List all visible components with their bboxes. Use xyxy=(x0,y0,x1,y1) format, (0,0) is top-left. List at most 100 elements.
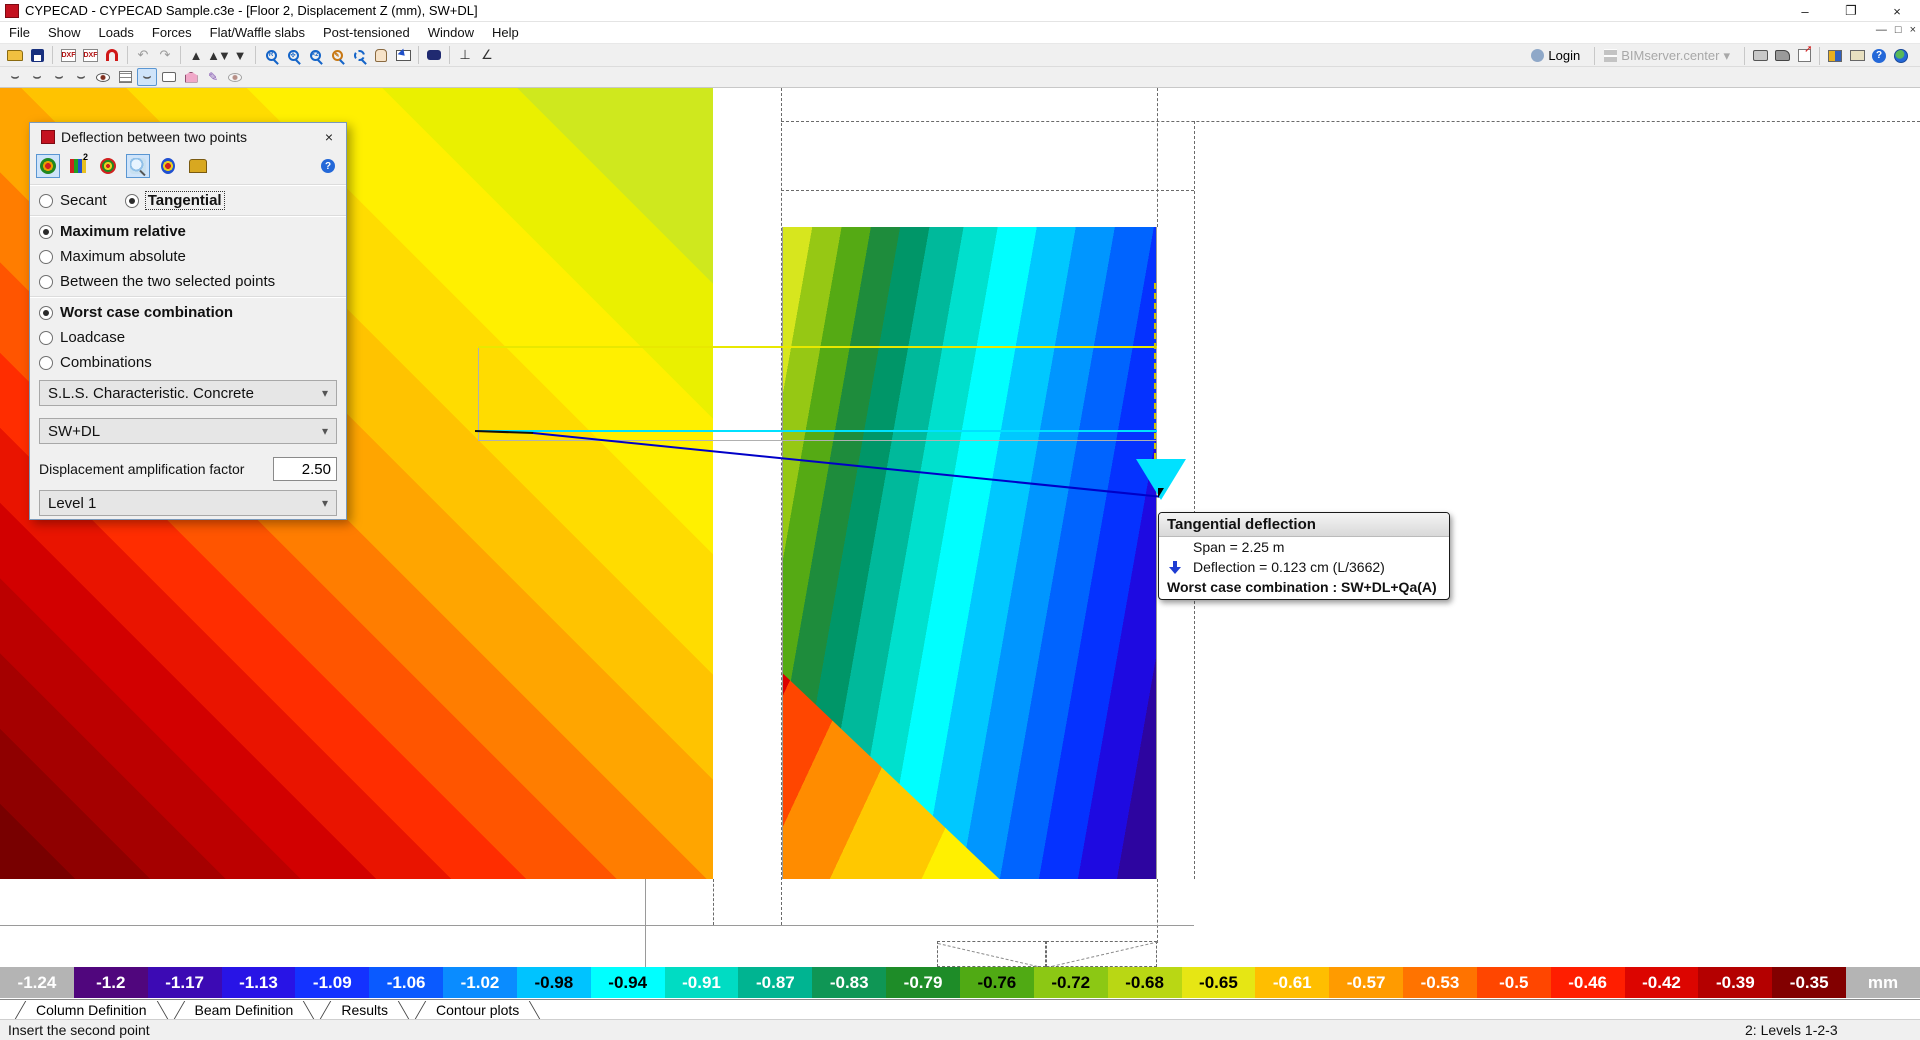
login-person-icon[interactable] xyxy=(1527,47,1547,65)
scale-unit-label: mm xyxy=(1846,967,1920,998)
menu-post-tensioned[interactable]: Post-tensioned xyxy=(314,23,419,42)
dxf-layers-icon[interactable]: DXF xyxy=(80,46,100,64)
level-dropdown[interactable]: Level 1 ▾ xyxy=(39,490,337,516)
dimension-icon[interactable]: ∠ xyxy=(477,46,497,64)
radio-between-two-points[interactable]: Between the two selected points xyxy=(30,269,346,294)
radio-loadcase[interactable]: Loadcase xyxy=(30,325,346,350)
tab-column-definition[interactable]: Column Definition xyxy=(30,1001,153,1019)
dxf-templates-icon[interactable]: DXF xyxy=(58,46,78,64)
bimserver-caret-icon[interactable]: ▾ xyxy=(1723,48,1730,64)
tab-results[interactable]: Results xyxy=(335,1001,394,1019)
scale-segment: -0.83 xyxy=(812,967,887,998)
web-globe-icon[interactable] xyxy=(1891,47,1911,65)
comment-bubble-icon[interactable] xyxy=(159,68,179,86)
menu-window[interactable]: Window xyxy=(419,23,483,42)
column-axis-dashed xyxy=(1154,283,1156,459)
zoom-x2-icon[interactable]: ×2 xyxy=(305,46,325,64)
tab-contour-plots[interactable]: Contour plots xyxy=(430,1001,525,1019)
deflection-shape-icon[interactable]: ⌣ xyxy=(5,68,25,86)
dialog-help-icon[interactable]: ? xyxy=(316,154,340,178)
zoom-extents-icon[interactable]: ✣ xyxy=(283,46,303,64)
open-file-icon[interactable] xyxy=(5,46,25,64)
annotate-pen-icon[interactable]: ✎ xyxy=(203,68,223,86)
status-message: Insert the second point xyxy=(8,1022,150,1038)
filled-contour-icon[interactable] xyxy=(36,154,60,178)
save-icon[interactable] xyxy=(27,46,47,64)
loadcase-dropdown[interactable]: SW+DL ▾ xyxy=(39,418,337,444)
radio-tangential-circle[interactable] xyxy=(124,193,139,208)
object-snap-magnet-icon[interactable] xyxy=(102,46,122,64)
switch-view-icon[interactable] xyxy=(1847,47,1867,65)
close-button[interactable]: × xyxy=(1874,0,1920,22)
bimserver-button[interactable]: BIMserver.center xyxy=(1621,48,1719,63)
print-icon[interactable] xyxy=(1750,47,1770,65)
restore-button[interactable]: ❐ xyxy=(1828,0,1874,22)
scale-segment: -0.68 xyxy=(1107,967,1182,998)
radio-secant-circle[interactable] xyxy=(39,193,53,208)
mdi-restore-icon[interactable]: □ xyxy=(1895,24,1902,36)
deflection-between-two-points-icon[interactable]: ⌣ xyxy=(137,68,157,86)
floor-down-icon[interactable]: ▼ xyxy=(230,46,250,64)
minimize-button[interactable]: – xyxy=(1782,0,1828,22)
login-button[interactable]: Login xyxy=(1548,48,1580,63)
scale-segment: -0.65 xyxy=(1181,967,1256,998)
deflection-arrow-icon[interactable]: ⌣ xyxy=(27,68,47,86)
beam-outline xyxy=(937,941,1048,970)
scale-segment: -1.02 xyxy=(443,967,517,998)
mesh-forces-icon[interactable] xyxy=(115,68,135,86)
section-diagram-icon[interactable] xyxy=(66,152,90,178)
undo-icon[interactable]: ↶ xyxy=(133,46,153,64)
zoom-window-icon[interactable] xyxy=(349,46,369,64)
resources-icon[interactable] xyxy=(1825,47,1845,65)
snapshot-icon[interactable] xyxy=(1772,47,1792,65)
radio-maximum-absolute[interactable]: Maximum absolute xyxy=(30,244,346,269)
menu-loads[interactable]: Loads xyxy=(89,23,142,42)
menu-file[interactable]: File xyxy=(0,23,39,42)
export-icon[interactable] xyxy=(1794,44,1814,65)
color-map-icon[interactable] xyxy=(156,154,180,178)
isosurface-icon[interactable] xyxy=(181,68,201,86)
query-point-icon[interactable] xyxy=(126,154,150,178)
orthogonal-icon[interactable]: ⊥ xyxy=(455,46,475,64)
scale-segment: -0.91 xyxy=(664,967,739,998)
radio-secant[interactable]: Secant xyxy=(39,192,107,209)
combination-group-dropdown[interactable]: S.L.S. Characteristic. Concrete ▾ xyxy=(39,380,337,406)
tab-beam-definition[interactable]: Beam Definition xyxy=(189,1001,300,1019)
menu-help[interactable]: Help xyxy=(483,23,528,42)
help-icon[interactable]: ? xyxy=(1869,47,1889,65)
amplification-input[interactable] xyxy=(273,457,337,481)
radio-tangential[interactable]: Tangential xyxy=(124,191,225,210)
contour-plot-right-panel[interactable] xyxy=(782,227,1157,879)
amplification-label: Displacement amplification factor xyxy=(39,461,245,477)
radio-worst-case-combination[interactable]: Worst case combination xyxy=(30,300,346,325)
dialog-close-icon[interactable]: × xyxy=(318,129,340,145)
scale-segment: -1.2 xyxy=(73,967,148,998)
bimserver-grid-icon[interactable] xyxy=(1600,47,1620,65)
mdi-window-buttons[interactable]: — □ × xyxy=(1876,24,1916,36)
color-scale: -1.24 -1.2 -1.17 -1.13 -1.09 -1.06 -1.02 -0.98-… xyxy=(0,967,1920,998)
mdi-minimize-icon[interactable]: — xyxy=(1876,24,1887,36)
redo-icon[interactable]: ↷ xyxy=(155,46,175,64)
floor-up-icon[interactable]: ▲ xyxy=(186,46,206,64)
isolines-icon[interactable] xyxy=(96,154,120,178)
mdi-close-icon[interactable]: × xyxy=(1910,24,1916,36)
toolbar-right-cluster: Login BIMserver.center ▾ ? xyxy=(1526,44,1912,67)
view-results-eye-icon[interactable] xyxy=(93,68,113,86)
full-screen-icon[interactable] xyxy=(393,46,413,64)
menu-forces[interactable]: Forces xyxy=(143,23,201,42)
report-icon[interactable] xyxy=(186,154,210,178)
menu-show[interactable]: Show xyxy=(39,23,90,42)
visibility-eye-icon[interactable] xyxy=(225,68,245,86)
beam-deflection-alt-icon[interactable]: ⌣ xyxy=(71,68,91,86)
zoom-previous-icon[interactable]: R xyxy=(261,46,281,64)
dialog-title-bar[interactable]: Deflection between two points × xyxy=(30,123,346,150)
redraw-icon[interactable]: ✎ xyxy=(327,46,347,64)
pan-icon[interactable] xyxy=(371,46,391,64)
search-binoculars-icon[interactable] xyxy=(424,46,444,64)
radio-maximum-relative[interactable]: Maximum relative xyxy=(30,219,346,244)
radio-combinations[interactable]: Combinations xyxy=(30,350,346,375)
scale-segment: -0.61 xyxy=(1255,967,1330,998)
menu-flat-waffle-slabs[interactable]: Flat/Waffle slabs xyxy=(201,23,314,42)
go-to-floor-icon[interactable]: ▲▼ xyxy=(207,46,231,64)
beam-deflection-icon[interactable]: ⌣ xyxy=(49,68,69,86)
